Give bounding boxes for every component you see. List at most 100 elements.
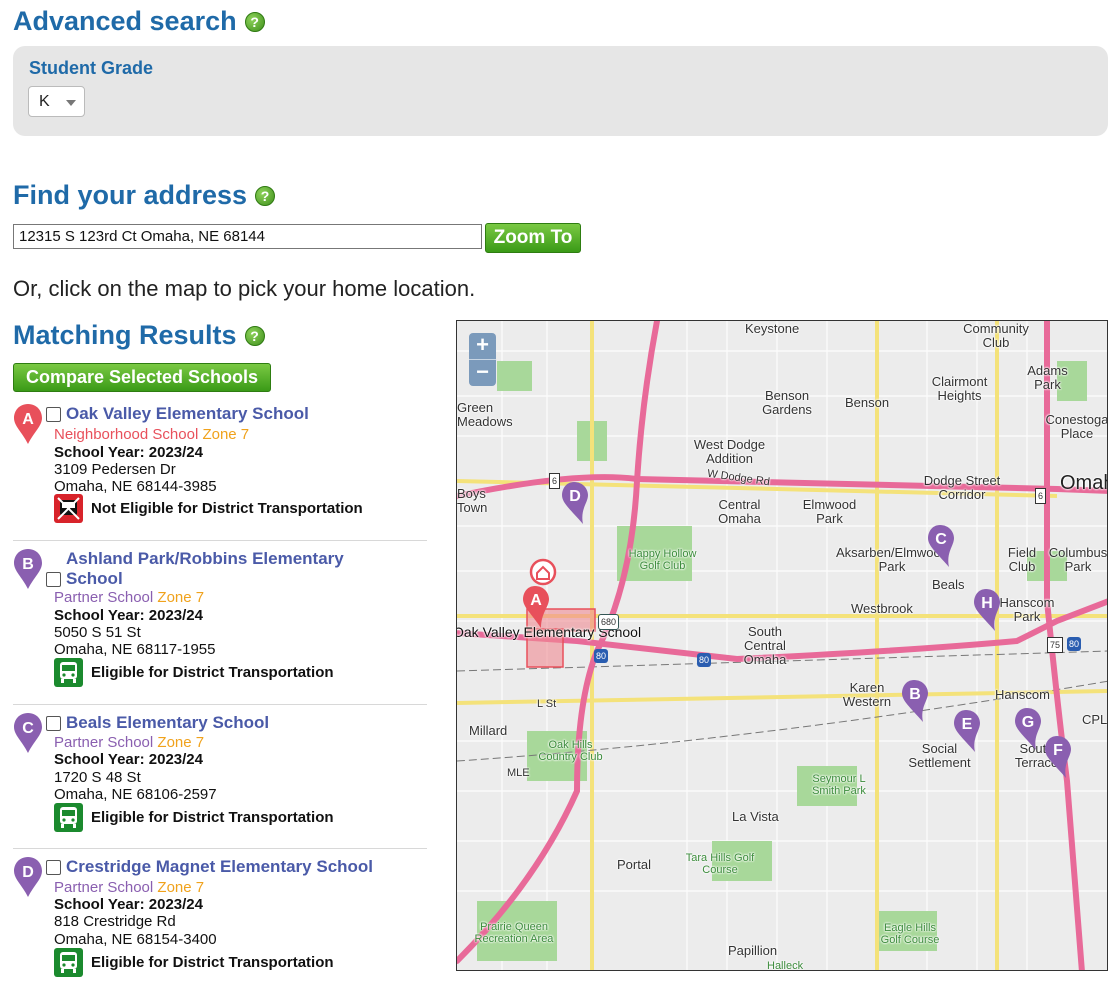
map-label: Central Omaha <box>718 497 761 526</box>
map-pin-icon[interactable]: B <box>13 548 43 590</box>
compare-checkbox[interactable] <box>46 716 61 731</box>
highway-shield: 6 <box>549 473 561 489</box>
svg-text:B: B <box>909 686 921 703</box>
highway-shield: 80 <box>594 649 609 663</box>
transportation-label: Not Eligible for District Transportation <box>91 500 363 517</box>
svg-text:C: C <box>22 720 34 737</box>
school-map[interactable]: + − Keystone Community Club Adams Park B… <box>456 320 1108 971</box>
compare-checkbox[interactable] <box>46 572 61 587</box>
map-label: Hanscom <box>995 687 1050 702</box>
svg-text:D: D <box>569 488 581 505</box>
compare-selected-schools-button[interactable]: Compare Selected Schools <box>13 363 271 392</box>
highway-shield: 680 <box>598 614 620 630</box>
map-label: Eagle Hills Golf Course <box>880 922 940 946</box>
school-pin-b[interactable]: B <box>901 679 931 723</box>
help-icon[interactable]: ? <box>255 185 276 206</box>
map-label: Papillion <box>728 943 778 958</box>
school-pin-c[interactable]: C <box>927 524 957 568</box>
map-label: Community Club <box>963 321 1029 350</box>
zoom-out-button[interactable]: − <box>469 360 496 386</box>
advanced-search-heading: Advanced search ? <box>13 6 265 37</box>
map-label: Tara Hills Golf Course <box>685 852 755 876</box>
zoom-to-button[interactable]: Zoom To <box>485 223 581 253</box>
svg-text:E: E <box>962 716 973 733</box>
svg-text:A: A <box>530 592 542 609</box>
school-pin-f[interactable]: F <box>1044 735 1074 779</box>
school-type-label: Partner School <box>54 879 154 896</box>
result-item: C Beals Elementary School Partner School… <box>13 712 427 842</box>
school-pin-h[interactable]: H <box>973 588 1003 632</box>
school-type-label: Partner School <box>54 734 154 751</box>
map-label: Conestoga Place <box>1045 412 1108 441</box>
result-item: A Oak Valley Elementary School Neighborh… <box>13 403 427 533</box>
map-label: South Central Omaha <box>743 624 787 667</box>
no-bus-icon <box>54 494 83 523</box>
school-type-label: Neighborhood School <box>54 426 199 443</box>
street-address: 818 Crestridge Rd <box>54 913 176 930</box>
map-pin-icon[interactable]: D <box>13 856 43 898</box>
map-pin-icon[interactable]: A <box>13 403 43 445</box>
svg-text:F: F <box>1053 742 1063 759</box>
school-pin-e[interactable]: E <box>953 709 983 753</box>
map-pin-icon[interactable]: C <box>13 712 43 754</box>
school-year: School Year: 2023/24 <box>54 607 203 624</box>
find-address-heading: Find your address ? <box>13 180 276 211</box>
map-label: Portal <box>617 857 651 872</box>
svg-text:B: B <box>22 556 34 573</box>
map-label: Dodge Street Corridor <box>923 473 1001 502</box>
zoom-controls: + − <box>469 333 496 386</box>
matching-results-title: Matching Results <box>13 320 237 350</box>
school-name-link[interactable]: Crestridge Magnet Elementary School <box>66 857 373 877</box>
compare-checkbox[interactable] <box>46 407 61 422</box>
student-grade-select[interactable]: K <box>28 86 85 117</box>
zone-label: Zone 7 <box>157 589 205 606</box>
map-label: Oak Hills Country Club <box>538 739 603 763</box>
school-type: Partner School Zone 7 <box>54 734 204 752</box>
school-name-link[interactable]: Beals Elementary School <box>66 713 269 733</box>
map-label: Keystone <box>745 321 800 336</box>
help-icon[interactable]: ? <box>244 325 265 346</box>
map-label: CPL <box>1082 712 1108 727</box>
school-pin-g[interactable]: G <box>1014 707 1044 751</box>
city-state-zip: Omaha, NE 68117-1955 <box>54 641 216 658</box>
compare-checkbox[interactable] <box>46 860 61 875</box>
school-pin-d[interactable]: D <box>561 481 591 525</box>
bus-icon <box>54 803 83 832</box>
zoom-in-button[interactable]: + <box>469 333 496 359</box>
street-address: 1720 S 48 St <box>54 769 141 786</box>
map-label: Halleck <box>767 960 804 971</box>
bus-icon <box>54 948 83 977</box>
school-year: School Year: 2023/24 <box>54 896 203 913</box>
city-state-zip: Omaha, NE 68144-3985 <box>54 478 217 495</box>
divider <box>13 540 427 541</box>
map-label: Hanscom Park <box>999 595 1055 624</box>
transportation-label: Eligible for District Transportation <box>91 664 334 681</box>
transportation-status: Eligible for District Transportation <box>54 948 334 977</box>
map-label: Happy Hollow Golf Club <box>628 548 697 572</box>
school-pin-a[interactable]: A <box>522 585 552 629</box>
street-address: 3109 Pedersen Dr <box>54 461 176 478</box>
highway-shield: 80 <box>1067 637 1082 651</box>
school-year: School Year: 2023/24 <box>54 444 203 461</box>
school-name-link[interactable]: Oak Valley Elementary School <box>66 404 309 424</box>
advanced-search-panel: Student Grade K <box>13 46 1108 136</box>
school-type-label: Partner School <box>54 589 154 606</box>
address-input[interactable] <box>13 224 482 249</box>
map-label: Benson Gardens <box>762 388 812 417</box>
help-icon[interactable]: ? <box>244 11 265 32</box>
zone-label: Zone 7 <box>157 734 205 751</box>
bus-icon <box>54 658 83 687</box>
map-label: MLE <box>507 767 530 779</box>
svg-text:A: A <box>22 411 34 428</box>
map-label: L St <box>537 698 557 710</box>
transportation-status: Not Eligible for District Transportation <box>54 494 363 523</box>
matching-results-heading: Matching Results ? <box>13 320 265 351</box>
school-type: Neighborhood School Zone 7 <box>54 426 249 444</box>
school-name-link[interactable]: Ashland Park/Robbins Elementary <box>66 549 344 569</box>
map-label: Adams Park <box>1027 363 1068 392</box>
school-year: School Year: 2023/24 <box>54 751 203 768</box>
school-name-link-line2[interactable]: School <box>66 569 123 589</box>
city-state-zip: Omaha, NE 68106-2597 <box>54 786 217 803</box>
student-grade-value: K <box>39 93 50 110</box>
highway-shield: 80 <box>697 653 712 667</box>
